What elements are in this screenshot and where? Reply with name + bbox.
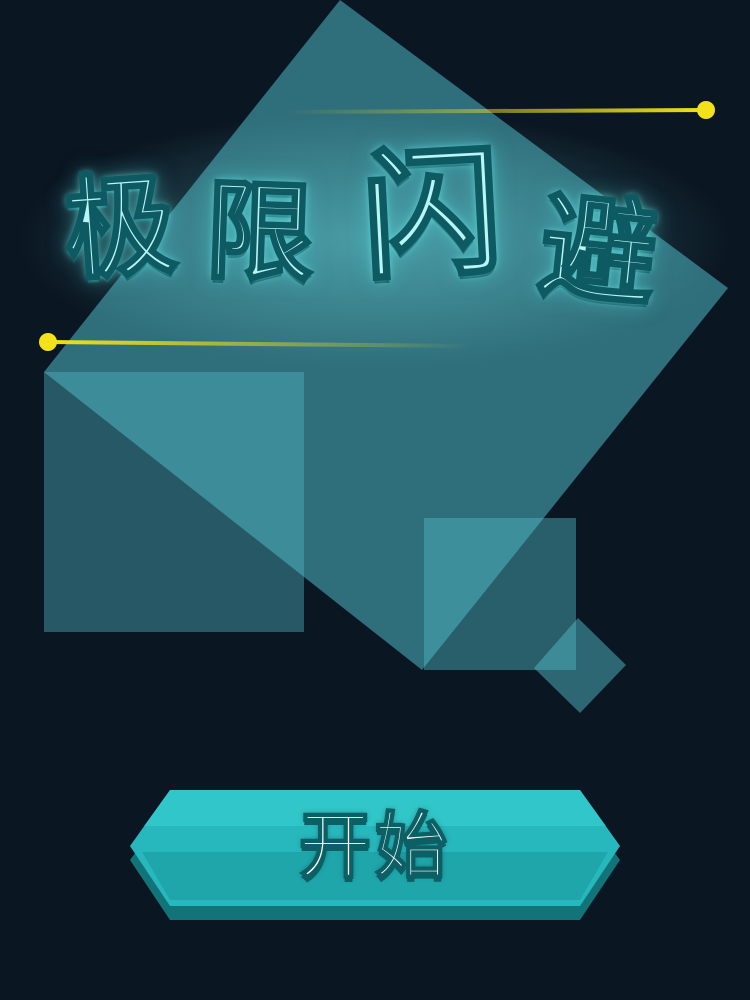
title-char-2: 限 <box>202 168 317 300</box>
title-char-1: 极 <box>58 158 182 298</box>
left-square-shape <box>44 372 304 632</box>
title-char-3: 闪 <box>356 129 507 302</box>
title-char-4: 避 <box>532 177 664 326</box>
start-button-label: 开始 <box>298 804 451 888</box>
start-button[interactable]: 开始 <box>128 788 622 924</box>
game-start-screen: 极 限 闪 避 开始 <box>0 0 750 1000</box>
laser-bottom-dot <box>39 333 57 351</box>
laser-top-beam <box>284 108 707 114</box>
laser-top-dot <box>697 101 715 119</box>
